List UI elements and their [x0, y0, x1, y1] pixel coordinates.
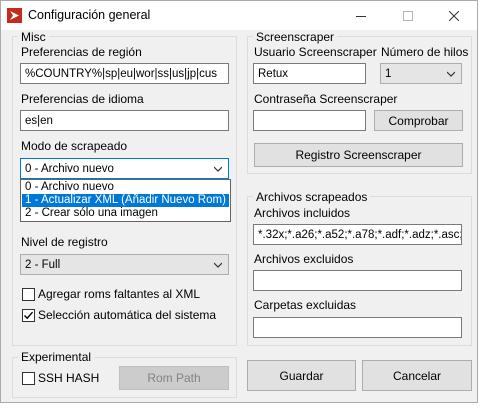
log-level-value: 2 - Full — [25, 259, 61, 271]
excluded-files-label: Archivos excluidos — [254, 252, 354, 266]
app-logo-icon — [7, 8, 22, 23]
auto-system-label: Selección automática del sistema — [38, 308, 217, 322]
included-files-label: Archivos incluidos — [254, 206, 351, 220]
archives-group-label: Archivos scrapeados — [253, 190, 371, 204]
scrape-mode-option[interactable]: 1 - Actualizar XML (Añadir Nuevo Rom) — [22, 194, 229, 207]
threads-value: 1 — [385, 68, 392, 80]
maximize-icon — [403, 10, 413, 21]
window-title: Configuración general — [28, 8, 151, 22]
scrape-mode-select[interactable]: 0 - Archivo nuevo — [20, 158, 229, 179]
excluded-files-input[interactable] — [253, 270, 462, 291]
ss-user-input[interactable]: Retux — [253, 63, 366, 84]
chevron-down-icon — [447, 71, 455, 77]
scrape-mode-dropdown: 0 - Archivo nuevo 1 - Actualizar XML (Añ… — [20, 179, 231, 222]
register-screenscraper-button[interactable]: Registro Screenscraper — [254, 143, 463, 167]
add-missing-label: Agregar roms faltantes al XML — [38, 287, 201, 301]
auto-system-checkbox[interactable] — [22, 309, 35, 322]
add-missing-checkbox[interactable] — [22, 288, 35, 301]
language-label: Preferencias de idioma — [21, 92, 144, 106]
language-input[interactable]: es|en — [20, 110, 229, 131]
cancel-button[interactable]: Cancelar — [362, 360, 472, 391]
close-button[interactable] — [431, 1, 477, 30]
maximize-button[interactable] — [385, 1, 431, 30]
scrape-mode-label: Modo de scrapeado — [21, 139, 128, 153]
scrape-mode-value: 0 - Archivo nuevo — [25, 163, 114, 175]
log-level-select[interactable]: 2 - Full — [20, 254, 229, 275]
checkmark-icon — [24, 311, 34, 320]
scrape-mode-option[interactable]: 0 - Archivo nuevo — [22, 181, 229, 194]
region-input[interactable]: %COUNTRY%|sp|eu|wor|ss|us|jp|cus — [20, 63, 229, 84]
region-label: Preferencias de región — [21, 45, 142, 59]
chevron-down-icon — [214, 262, 222, 268]
screenscraper-group-label: Screenscraper — [253, 30, 338, 44]
log-level-label: Nivel de registro — [21, 235, 108, 249]
ssh-hash-label: SSH HASH — [38, 371, 100, 385]
excluded-folders-input[interactable] — [253, 317, 462, 338]
ss-password-input[interactable] — [253, 110, 366, 131]
included-files-input[interactable]: *.32x;*.a26;*.a52;*.a78;*.adf;*.adz;*.as… — [253, 224, 462, 245]
minimize-button[interactable] — [338, 1, 384, 30]
chevron-down-icon — [214, 166, 222, 172]
close-icon — [449, 10, 459, 21]
check-credentials-button[interactable]: Comprobar — [374, 110, 463, 131]
ssh-hash-checkbox[interactable] — [22, 372, 35, 385]
misc-group-label: Misc — [18, 30, 49, 44]
save-button[interactable]: Guardar — [247, 360, 356, 391]
threads-label: Número de hilos — [381, 45, 469, 59]
experimental-group-label: Experimental — [18, 350, 95, 364]
ss-password-label: Contraseña Screenscraper — [254, 92, 398, 106]
scrape-mode-option[interactable]: 2 - Crear sólo una imagen — [22, 207, 229, 220]
excluded-folders-label: Carpetas excluidas — [254, 298, 357, 312]
rom-path-button[interactable]: Rom Path — [119, 366, 229, 390]
threads-select[interactable]: 1 — [380, 63, 462, 84]
minimize-icon — [356, 15, 366, 17]
ss-user-label: Usuario Screenscraper — [254, 45, 377, 59]
